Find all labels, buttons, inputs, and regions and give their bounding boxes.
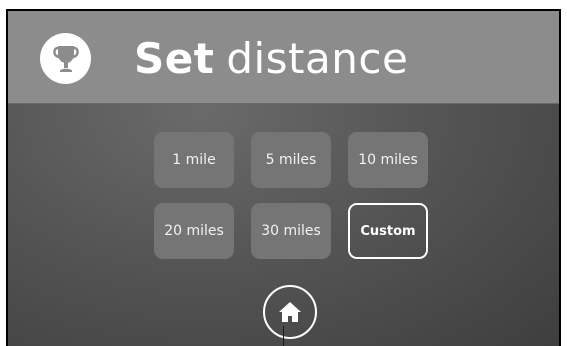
pointer-line bbox=[283, 326, 284, 346]
title-bold: Set bbox=[134, 34, 215, 83]
home-button[interactable] bbox=[263, 285, 317, 339]
device-frame: Set distance 1 mile 5 miles 10 miles 20 m… bbox=[6, 9, 561, 346]
header-bar: Set distance bbox=[8, 11, 559, 104]
trophy-icon bbox=[40, 33, 91, 84]
option-custom-button[interactable]: Custom bbox=[348, 203, 428, 259]
option-1-mile-button[interactable]: 1 mile bbox=[154, 132, 234, 188]
screen: Set distance 1 mile 5 miles 10 miles 20 m… bbox=[8, 11, 559, 346]
home-icon bbox=[279, 302, 301, 322]
option-10-miles-button[interactable]: 10 miles bbox=[348, 132, 428, 188]
option-20-miles-button[interactable]: 20 miles bbox=[154, 203, 234, 259]
title-light: distance bbox=[226, 34, 409, 83]
page-title: Set distance bbox=[134, 31, 408, 87]
option-5-miles-button[interactable]: 5 miles bbox=[251, 132, 331, 188]
option-30-miles-button[interactable]: 30 miles bbox=[251, 203, 331, 259]
